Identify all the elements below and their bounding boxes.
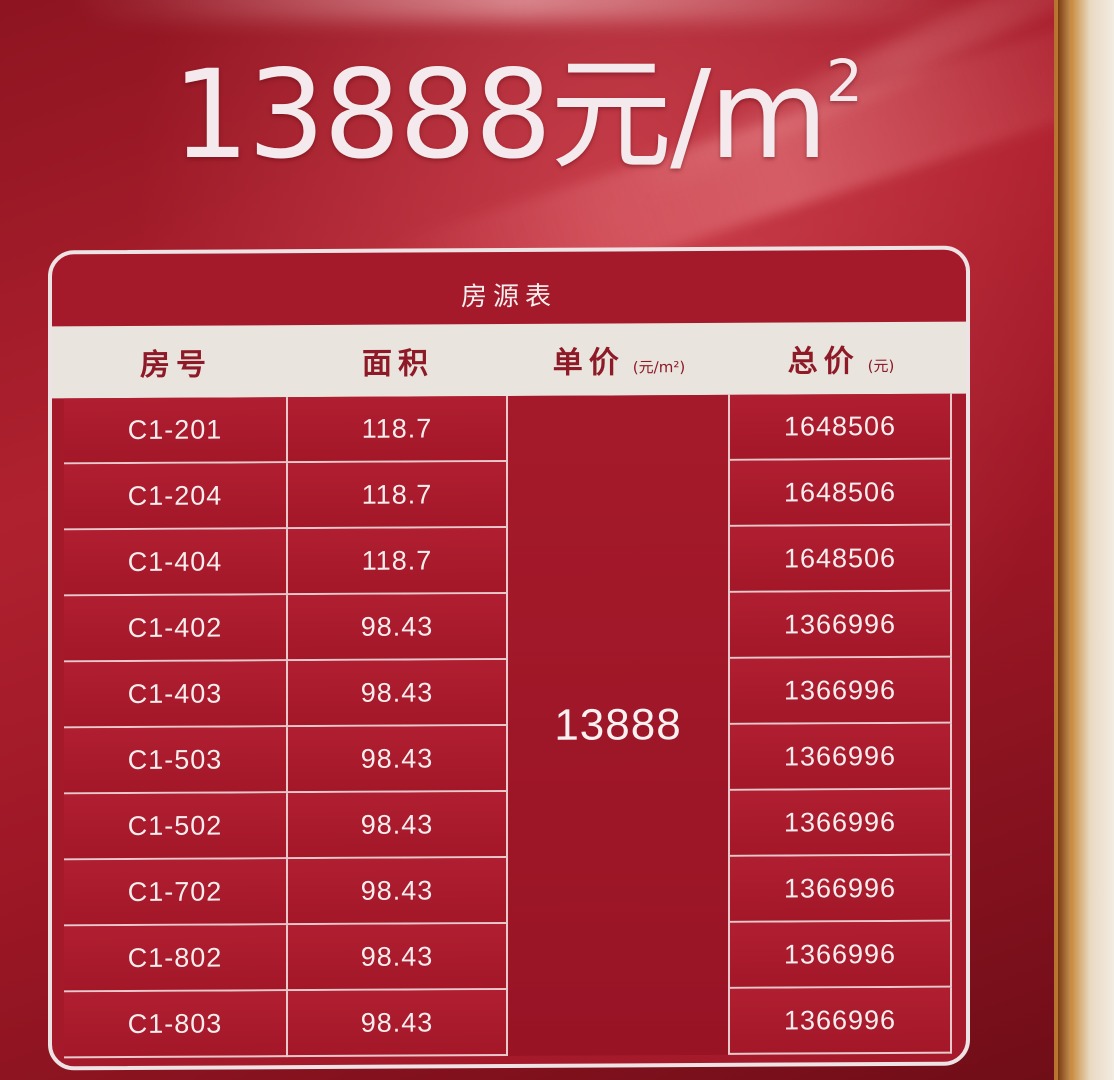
unit-price-merged-cell: 13888 <box>508 394 730 1057</box>
room-cell: C1-404 <box>64 529 288 597</box>
room-cell: C1-702 <box>64 859 288 927</box>
headline-price-text: 13888元/m <box>172 44 828 186</box>
total-cell: 1366996 <box>730 657 952 725</box>
room-cell: C1-402 <box>64 595 288 663</box>
room-cell: C1-503 <box>64 727 288 795</box>
area-cell: 118.7 <box>288 396 508 464</box>
header-room: 房号 <box>64 339 288 384</box>
total-cell: 1648506 <box>730 459 952 527</box>
area-cell: 118.7 <box>288 528 508 596</box>
room-cell: C1-201 <box>64 397 288 465</box>
header-unit-price-label: 单价 <box>552 345 625 381</box>
total-cell: 1648506 <box>730 393 952 461</box>
room-cell: C1-803 <box>64 991 288 1059</box>
area-cell: 98.43 <box>288 990 508 1058</box>
area-cell: 98.43 <box>288 924 508 992</box>
header-unit-price: 单价 (元/m²) <box>508 337 730 382</box>
area-cell: 98.43 <box>288 726 508 794</box>
area-cell: 98.43 <box>288 660 508 728</box>
total-cell: 1366996 <box>730 591 952 659</box>
header-total-unit: (元) <box>867 356 895 376</box>
frame-edge <box>1058 0 1070 1080</box>
headline-price: 13888元/m2 <box>172 40 863 190</box>
table-header: 房号 面积 单价 (元/m²) 总价 (元) <box>52 321 966 399</box>
room-column: C1-201 C1-204 C1-404 C1-402 C1-403 C1-50… <box>64 397 288 1059</box>
room-cell: C1-204 <box>64 463 288 531</box>
poster-photo: 13888元/m2 房源表 房号 面积 单价 (元/m²) 总价 (元) C1-20… <box>0 0 1114 1080</box>
total-cell: 1366996 <box>730 723 952 791</box>
header-total-label: 总价 <box>787 344 860 380</box>
area-column: 118.7 118.7 118.7 98.43 98.43 98.43 98.4… <box>288 396 508 1058</box>
total-cell: 1366996 <box>730 921 952 989</box>
table-body: C1-201 C1-204 C1-404 C1-402 C1-403 C1-50… <box>52 393 966 1059</box>
headline-price-superscript: 2 <box>826 47 863 115</box>
table-caption: 房源表 <box>460 281 557 313</box>
listing-table: 房源表 房号 面积 单价 (元/m²) 总价 (元) C1-201 C1-204 C… <box>48 245 970 1071</box>
room-cell: C1-502 <box>64 793 288 861</box>
area-cell: 98.43 <box>288 594 508 662</box>
area-cell: 98.43 <box>288 858 508 926</box>
total-cell: 1366996 <box>730 855 952 923</box>
area-cell: 118.7 <box>288 462 508 530</box>
total-cell: 1366996 <box>730 789 952 857</box>
cropped-top-text-glow <box>70 0 970 20</box>
header-unit-price-unit: (元/m²) <box>632 358 686 377</box>
header-area: 面积 <box>288 338 508 383</box>
room-cell: C1-802 <box>64 925 288 993</box>
area-cell: 98.43 <box>288 792 508 860</box>
header-total: 总价 (元) <box>730 336 952 381</box>
header-area-label: 面积 <box>362 346 434 382</box>
total-column: 1648506 1648506 1648506 1366996 1366996 … <box>730 393 952 1055</box>
header-room-label: 房号 <box>140 347 212 383</box>
total-cell: 1366996 <box>730 987 952 1055</box>
room-cell: C1-403 <box>64 661 288 729</box>
total-cell: 1648506 <box>730 525 952 593</box>
